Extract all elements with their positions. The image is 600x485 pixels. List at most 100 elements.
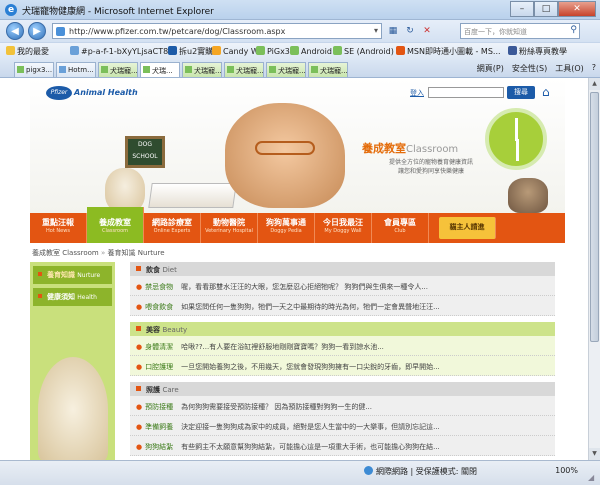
article-row[interactable]: ● 預防接種 為何狗狗需要接受預防接種？ 因為預防接種對狗狗一生的健... [130, 396, 555, 416]
pfizer-logo[interactable]: Pfizer [46, 86, 72, 100]
main-nav: 重點汪報 Hot News 養成教室 Classroom 網路診療室 Online E… [30, 207, 565, 243]
tab-icon [101, 66, 108, 73]
security-zone: 網際網路 | 受保護模式: 關閉 [364, 466, 477, 477]
tagline: 提供全方位的寵物養育健康資訊 讓您和愛狗同享快樂健康 [388, 159, 473, 175]
favorite-item[interactable]: 拆u2實購 [168, 46, 213, 57]
favorite-item[interactable]: Android [290, 46, 332, 56]
section-heading: 飲食 Diet [130, 262, 555, 276]
article-category: 口腔護理 [145, 363, 174, 371]
site-search-input[interactable] [428, 87, 504, 98]
favorite-icon [168, 46, 177, 55]
window-title: 犬瑞寵物健康網 - Microsoft Internet Explorer [22, 7, 214, 17]
ie-icon: e [5, 4, 17, 16]
favorite-item[interactable]: 粉絲專頁教學 [508, 46, 567, 57]
tab-icon [185, 66, 192, 73]
article-row[interactable]: ● 口腔護理 一旦您開始養狗之後，不用幾天，您就會發現狗狗擁有一口尖銳的牙齒，即早開… [130, 356, 555, 376]
article-row[interactable]: ● 狗狗結紮 有些飼主不太願意幫狗狗結紮，可能擔心這是一項重大手術，也可能擔心狗狗在… [130, 436, 555, 456]
forward-button[interactable]: ▶ [28, 22, 46, 40]
scroll-up-icon[interactable]: ▲ [589, 78, 600, 90]
favorite-icon [396, 46, 405, 55]
tab-active[interactable]: 犬瑞... [140, 62, 180, 77]
article-row[interactable]: ● 準備飼養 決定迎接一隻狗狗成為家中的成員，絕對是您人生當中的一大樂事，但請別忘記… [130, 416, 555, 436]
labrador-puppy-image [38, 357, 108, 460]
stop-icon[interactable]: ✕ [420, 24, 434, 38]
search-icon[interactable]: ⚲ [570, 25, 577, 35]
page-viewport: Pfizer Animal Health 登入 搜尋 ⌂ DOG SCHOOL … [0, 78, 588, 460]
nav-club[interactable]: 會員專區 Club [372, 213, 429, 243]
tab[interactable]: pigx3... [14, 62, 54, 77]
nav-my-doggy-wall[interactable]: 今日我最汪 My Doggy Wall [315, 213, 372, 243]
nav-classroom[interactable]: 養成教室 Classroom [87, 207, 144, 243]
tab-icon [143, 66, 150, 73]
tab[interactable]: 犬瑞寵... [308, 62, 348, 77]
back-button[interactable]: ◀ [6, 22, 24, 40]
refresh-icon[interactable]: ↻ [403, 24, 417, 38]
tab[interactable]: 犬瑞寵... [224, 62, 264, 77]
nav-online-experts[interactable]: 網路診療室 Online Experts [144, 213, 201, 243]
tab[interactable]: 犬瑞寵... [98, 62, 138, 77]
article-summary: 決定迎接一隻狗狗成為家中的成員，絕對是您人生當中的一大樂事，但請別忘記這... [181, 423, 440, 431]
tab[interactable]: 犬瑞寵... [182, 62, 222, 77]
chevron-down-icon[interactable]: ▾ [374, 26, 378, 35]
site-search-button[interactable]: 搜尋 [507, 86, 535, 99]
article-row[interactable]: ● 禁忌食物 喔，看看那雙水汪汪的大眼，您怎麼忍心拒絕牠呢？ 狗狗們與生俱來一種令人… [130, 276, 555, 296]
resize-grip-icon[interactable]: ◢ [588, 473, 598, 483]
tab-icon [227, 66, 234, 73]
title-bar: e 犬瑞寵物健康網 - Microsoft Internet Explorer … [0, 0, 600, 20]
favorites-button[interactable]: 我的最愛 [6, 46, 49, 57]
sidebar: 養育知識 Nurture 健康須知 Health [30, 262, 115, 460]
home-icon[interactable]: ⌂ [542, 85, 550, 99]
sidebar-item-health[interactable]: 健康須知 Health [33, 288, 112, 306]
breadcrumb-nurture: 養育知識 Nurture [107, 249, 165, 257]
article-category: 禁忌食物 [145, 283, 174, 291]
favorite-item[interactable]: SE (Android) [333, 46, 394, 56]
favorite-icon [290, 46, 299, 55]
login-link[interactable]: 登入 [410, 88, 424, 98]
article-summary: 喔，看看那雙水汪汪的大眼，您怎麼忍心拒絕牠呢？ 狗狗們與生俱來一種令人... [181, 283, 429, 291]
sidebar-item-nurture[interactable]: 養育知識 Nurture [33, 266, 112, 284]
tab[interactable]: Hotm... [56, 62, 96, 77]
tools-menu[interactable]: 工具(O) [555, 63, 584, 74]
article-category: 身體清潔 [145, 343, 174, 351]
compat-view-icon[interactable]: ▦ [386, 24, 400, 38]
page-menu[interactable]: 網頁(P) [477, 63, 504, 74]
article-category: 狗狗結紮 [145, 443, 174, 451]
tab-icon [311, 66, 318, 73]
brand-name: Animal Health [74, 88, 138, 97]
favorite-item[interactable]: MSN即時通小圖載 - MS... [396, 46, 501, 57]
nav-cat-owner[interactable]: 貓主人請進 [439, 217, 496, 239]
favorite-item[interactable]: PiGx3 [256, 46, 290, 56]
favorite-icon [333, 46, 342, 55]
nav-doggy-pedia[interactable]: 狗狗萬事通 Doggy Pedia [258, 213, 315, 243]
breadcrumb-classroom[interactable]: 養成教室 Classroom [32, 249, 99, 257]
star-icon [6, 46, 15, 55]
favorite-icon [256, 46, 265, 55]
favorite-item[interactable]: #p-a-f-1-bXyYLjsaCT8 [70, 46, 168, 56]
globe-icon [364, 466, 373, 475]
help-menu[interactable]: ? [592, 63, 596, 74]
close-button[interactable]: ✕ [558, 1, 596, 17]
nav-veterinary-hospital[interactable]: 動物醫院 Veterinary Hospital [201, 213, 258, 243]
article-row[interactable]: ● 喂食飲食 如果您問任何一隻狗狗，牠們一天之中最期待的時光為何，牠們一定會異聲地汪… [130, 296, 555, 316]
scroll-thumb[interactable] [590, 92, 599, 342]
tab[interactable]: 犬瑞寵... [266, 62, 306, 77]
minimize-button[interactable]: – [510, 1, 534, 17]
tab-icon [59, 66, 66, 73]
url-field[interactable]: http://www.pfizer.com.tw/petcare/dog/Cla… [52, 23, 382, 39]
favorite-icon [212, 46, 221, 55]
tab-icon [17, 66, 24, 73]
vertical-scrollbar[interactable]: ▲ ▼ [588, 78, 600, 460]
favorite-icon [508, 46, 517, 55]
page-icon [56, 27, 65, 36]
maximize-button[interactable]: □ [534, 1, 558, 17]
tab-icon [269, 66, 276, 73]
article-list: 飲食 Diet ● 禁忌食物 喔，看看那雙水汪汪的大眼，您怎麼忍心拒絕牠呢？ 狗狗們… [130, 262, 555, 460]
search-placeholder: 百度一下，你就知道 [464, 28, 527, 36]
nav-hot-news[interactable]: 重點汪報 Hot News [30, 213, 87, 243]
safety-menu[interactable]: 安全性(S) [512, 63, 547, 74]
article-category: 喂食飲食 [145, 303, 174, 311]
search-input[interactable]: 百度一下，你就知道 ⚲ [460, 23, 580, 39]
scroll-down-icon[interactable]: ▼ [589, 448, 600, 460]
zoom-level[interactable]: 100% [555, 466, 578, 475]
article-row[interactable]: ● 身體清潔 哈啾??...有人要在浴缸裡舒服地剛剛寶寶嗎？狗狗一看到諒水池... [130, 336, 555, 356]
